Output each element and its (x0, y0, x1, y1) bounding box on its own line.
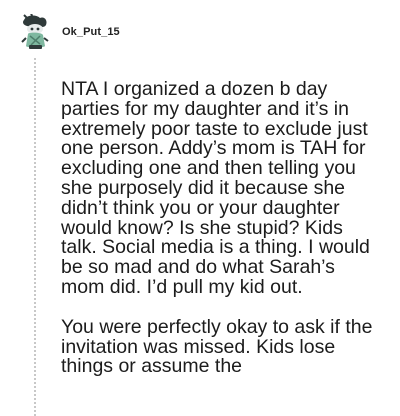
snoo-avatar-icon[interactable] (18, 14, 52, 50)
comment-body: NTA I organized a dozen b day parties fo… (61, 78, 373, 397)
username[interactable]: Ok_Put_15 (62, 26, 120, 38)
comment-paragraph: NTA I organized a dozen b day parties fo… (61, 78, 370, 298)
comment-paragraph: You were perfectly okay to ask if the in… (61, 315, 373, 378)
thread-line[interactable] (34, 58, 36, 416)
comment-card: Ok_Put_15 NTA I organized a dozen b day … (0, 0, 400, 416)
